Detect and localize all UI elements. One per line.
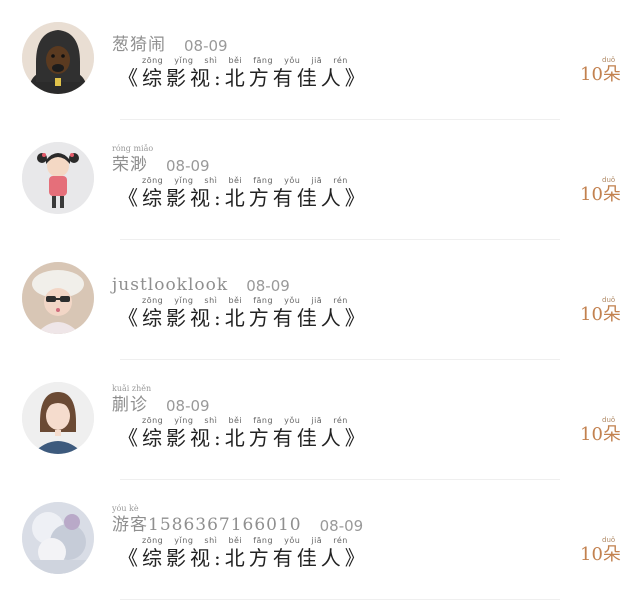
username[interactable]: yóu kè 游客1586367166010: [112, 505, 302, 535]
book-title-text: 《综影视:北方有佳人》: [118, 186, 369, 210]
username[interactable]: róng miǎo 荣渺: [112, 145, 153, 175]
list-item[interactable]: 葱猗闹 08-09 zōng yǐng shì běi fāng yǒu jiā…: [0, 0, 640, 120]
flower-count-pinyin: duǒ: [602, 416, 616, 424]
book-title-pinyin: zōng yǐng shì běi fāng yǒu jiā rén: [142, 536, 348, 545]
flower-count: duǒ 10朵: [580, 176, 621, 212]
woman-photo-avatar-icon: [22, 382, 94, 454]
blurred-avatar-icon: [22, 502, 94, 574]
flower-count: duǒ 10朵: [580, 296, 621, 332]
flower-count-pinyin: duǒ: [602, 536, 616, 544]
username-text: 游客1586367166010: [112, 515, 302, 535]
list-item[interactable]: yóu kè 游客1586367166010 08-09 zōng yǐng s…: [0, 480, 640, 600]
girl-cartoon-avatar-icon: [22, 142, 94, 214]
username-pinyin: kuǎi zhěn: [112, 384, 152, 393]
comment-date: 08-09: [166, 157, 210, 175]
flower-count-value: 10朵: [580, 184, 621, 205]
username-text: 葱猗闹: [112, 35, 166, 55]
flower-count-value: 10朵: [580, 304, 621, 325]
flower-count-value: 10朵: [580, 424, 621, 445]
flower-count: duǒ 10朵: [580, 416, 621, 452]
comment-meta: róng miǎo 荣渺 08-09: [112, 144, 210, 174]
book-title[interactable]: zōng yǐng shì běi fāng yǒu jiā rén 《综影视:…: [118, 176, 458, 210]
flower-count-pinyin: duǒ: [602, 296, 616, 304]
username[interactable]: justlooklook: [112, 277, 228, 294]
comment-date: 08-09: [319, 517, 364, 535]
list-item[interactable]: justlooklook 08-09 zōng yǐng shì běi fān…: [0, 240, 640, 360]
comment-date: 08-09: [246, 277, 290, 295]
flower-count-pinyin: duǒ: [602, 56, 616, 64]
comment-meta: justlooklook 08-09: [112, 264, 290, 294]
username[interactable]: 葱猗闹: [112, 37, 166, 54]
comment-meta: kuǎi zhěn 蒯诊 08-09: [112, 384, 210, 414]
book-title-pinyin: zōng yǐng shì běi fāng yǒu jiā rén: [142, 296, 348, 305]
comment-date: 08-09: [184, 37, 228, 55]
username-pinyin: yóu kè: [112, 504, 139, 513]
avatar[interactable]: [22, 382, 94, 454]
flower-count-value: 10朵: [580, 544, 621, 565]
comment-meta: 葱猗闹 08-09: [112, 24, 228, 54]
username-text: 荣渺: [112, 155, 148, 175]
book-title-text: 《综影视:北方有佳人》: [118, 66, 369, 90]
username[interactable]: kuǎi zhěn 蒯诊: [112, 385, 151, 415]
username-text: 蒯诊: [112, 395, 148, 415]
comment-meta: yóu kè 游客1586367166010 08-09: [112, 504, 363, 534]
book-title-pinyin: zōng yǐng shì běi fāng yǒu jiā rén: [142, 416, 348, 425]
book-title-text: 《综影视:北方有佳人》: [118, 426, 369, 450]
avatar[interactable]: [22, 22, 94, 94]
flower-count-value: 10朵: [580, 64, 621, 85]
list-item[interactable]: róng miǎo 荣渺 08-09 zōng yǐng shì běi fān…: [0, 120, 640, 240]
flower-count: duǒ 10朵: [580, 536, 621, 572]
comment-list: 葱猗闹 08-09 zōng yǐng shì běi fāng yǒu jiā…: [0, 0, 640, 600]
flower-count-pinyin: duǒ: [602, 176, 616, 184]
book-title[interactable]: zōng yǐng shì běi fāng yǒu jiā rén 《综影视:…: [118, 296, 458, 330]
comment-date: 08-09: [166, 397, 210, 415]
username-text: justlooklook: [112, 275, 229, 295]
avatar[interactable]: [22, 262, 94, 334]
book-title[interactable]: zōng yǐng shì běi fāng yǒu jiā rén 《综影视:…: [118, 416, 458, 450]
book-title[interactable]: zōng yǐng shì běi fāng yǒu jiā rén 《综影视:…: [118, 56, 458, 90]
book-title-text: 《综影视:北方有佳人》: [118, 546, 369, 570]
book-title-text: 《综影视:北方有佳人》: [118, 306, 369, 330]
username-pinyin: róng miǎo: [112, 144, 154, 153]
avatar[interactable]: [22, 502, 94, 574]
book-title-pinyin: zōng yǐng shì běi fāng yǒu jiā rén: [142, 176, 348, 185]
flower-count: duǒ 10朵: [580, 56, 621, 92]
avatar[interactable]: [22, 142, 94, 214]
child-hat-avatar-icon: [22, 262, 94, 334]
dog-avatar-icon: [22, 22, 94, 94]
list-item[interactable]: kuǎi zhěn 蒯诊 08-09 zōng yǐng shì běi fān…: [0, 360, 640, 480]
book-title[interactable]: zōng yǐng shì běi fāng yǒu jiā rén 《综影视:…: [118, 536, 458, 570]
book-title-pinyin: zōng yǐng shì běi fāng yǒu jiā rén: [142, 56, 348, 65]
